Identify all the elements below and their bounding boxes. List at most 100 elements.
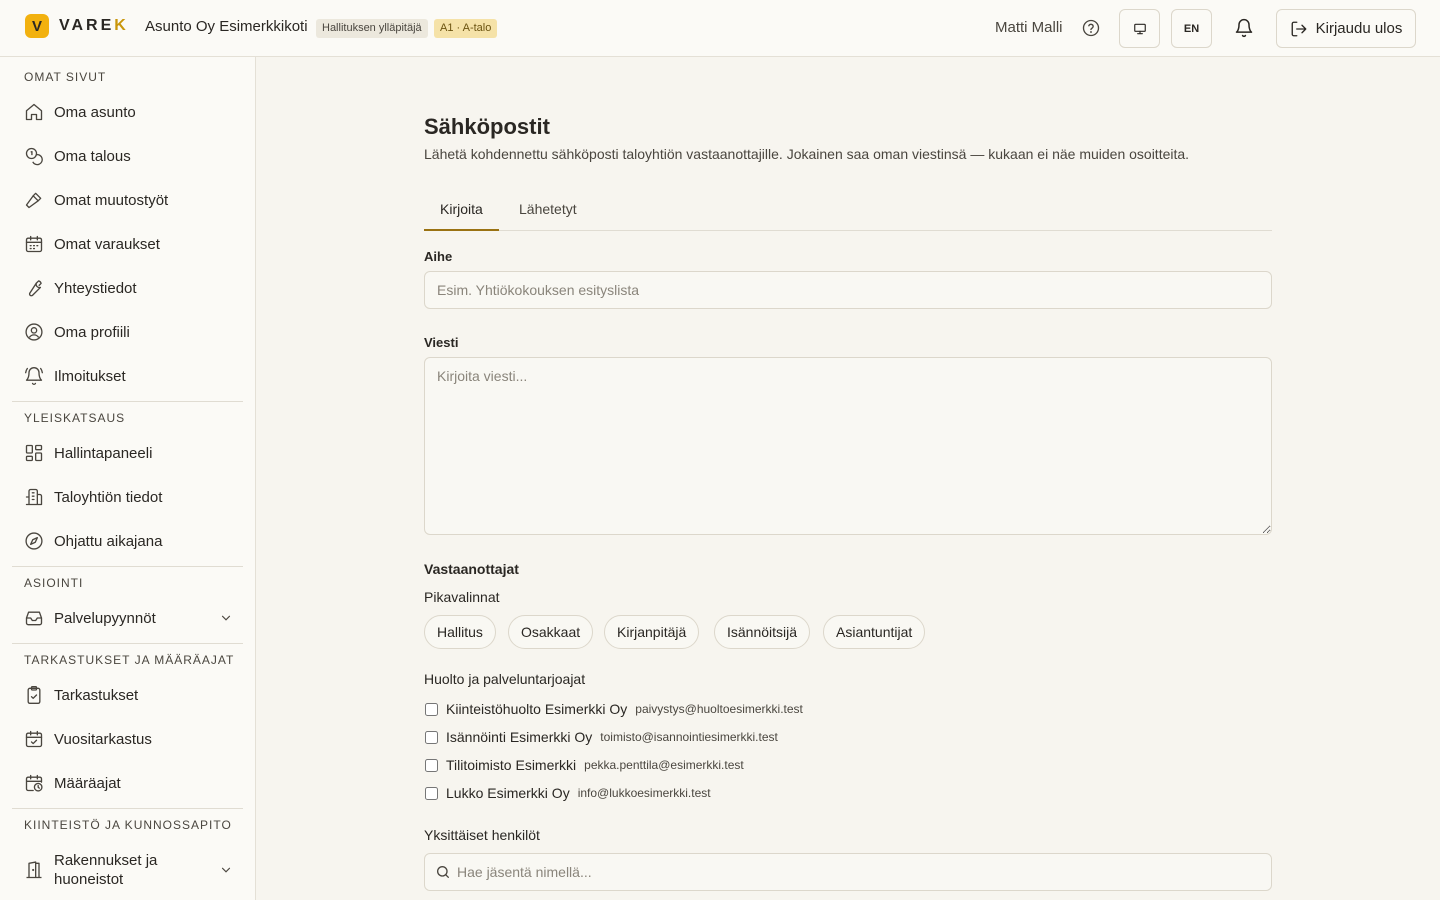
wrench-icon <box>24 278 44 298</box>
sidebar-item-palvelupyynnot[interactable]: Palvelupyynnöt <box>12 598 243 638</box>
sidebar-item-label: Vuositarkastus <box>54 730 152 748</box>
sidebar-item-label: Rakennukset ja huoneistot <box>54 852 158 888</box>
hammer-icon <box>24 190 44 210</box>
vendor-name: Kiinteistöhuolto Esimerkki Oy <box>446 701 628 717</box>
vendor-name: Lukko Esimerkki Oy <box>446 785 570 801</box>
sidebar-item-oma-talous[interactable]: Oma talous <box>12 136 243 176</box>
member-search-input[interactable] <box>424 853 1272 891</box>
sidebar: OMAT SIVUT Oma asunto Oma talous Omat mu… <box>0 57 256 900</box>
tab-bar: Kirjoita Lähetetyt <box>424 190 1272 231</box>
sidebar-divider <box>12 401 243 402</box>
sidebar-item-label: Oma asunto <box>54 103 136 121</box>
calendar-icon <box>24 234 44 254</box>
sidebar-item-label: Ohjattu aikajana <box>54 532 163 550</box>
quick-select-heading: Pikavalinnat <box>424 589 500 605</box>
user-name[interactable]: Matti Malli <box>995 19 1063 36</box>
member-search <box>424 853 1272 891</box>
sidebar-item-label: Omat varaukset <box>54 235 160 253</box>
apartment-badge: A1 · A-talo <box>434 19 498 38</box>
coins-icon <box>24 146 44 166</box>
chevron-down-icon[interactable] <box>219 863 233 877</box>
sidebar-item-rakennukset[interactable]: Rakennukset ja huoneistot <box>12 850 243 890</box>
search-icon <box>435 864 451 880</box>
sidebar-item-yhteystiedot[interactable]: Yhteystiedot <box>12 268 243 308</box>
vendor-row[interactable]: Kiinteistöhuolto Esimerkki Oy paivystys@… <box>424 699 803 719</box>
sidebar-item-label: Yhteystiedot <box>54 279 137 297</box>
sidebar-item-omat-muutostyot[interactable]: Omat muutostyöt <box>12 180 243 220</box>
vendor-checkbox[interactable] <box>425 730 438 744</box>
quick-select-hallitus[interactable]: Hallitus <box>424 615 496 649</box>
clipboard-check-icon <box>24 685 44 705</box>
sidebar-item-ohjattu-aikajana[interactable]: Ohjattu aikajana <box>12 521 243 561</box>
home-icon <box>24 102 44 122</box>
section-title-asiointi: ASIOINTI <box>24 576 84 590</box>
quick-select-kirjanpitaja[interactable]: Kirjanpitäjä <box>604 615 700 649</box>
sidebar-item-label: Palvelupyynnöt <box>54 609 156 627</box>
sidebar-item-oma-asunto[interactable]: Oma asunto <box>12 92 243 132</box>
inbox-icon <box>24 608 44 628</box>
chevron-down-icon[interactable] <box>219 611 233 625</box>
sidebar-divider <box>12 808 243 809</box>
sidebar-item-maaraajat[interactable]: Määräajat <box>12 763 243 803</box>
vendor-checkbox[interactable] <box>425 702 438 716</box>
vendor-email: info@lukkoesimerkki.test <box>577 786 711 800</box>
org-name: Asunto Oy Esimerkkikoti <box>145 18 308 35</box>
quick-select-osakkaat[interactable]: Osakkaat <box>508 615 594 649</box>
logo-mark: V <box>25 14 49 38</box>
sidebar-item-taloyhtion-tiedot[interactable]: Taloyhtiön tiedot <box>12 477 243 517</box>
vendor-name: Isännöinti Esimerkki Oy <box>446 729 593 745</box>
door-icon <box>24 860 44 880</box>
quick-select-asiantuntijat[interactable]: Asiantuntijat <box>823 615 926 649</box>
message-textarea[interactable] <box>424 357 1272 535</box>
bell-icon[interactable] <box>1234 18 1254 38</box>
sidebar-item-vuositarkastus[interactable]: Vuositarkastus <box>12 719 243 759</box>
vendor-email: pekka.penttila@esimerkki.test <box>584 758 744 772</box>
tab-kirjoita[interactable]: Kirjoita <box>424 190 499 231</box>
sidebar-item-label: Tarkastukset <box>54 686 139 704</box>
logout-label: Kirjaudu ulos <box>1315 20 1403 37</box>
page-description: Lähetä kohdennettu sähköposti taloyhtiön… <box>424 146 1190 162</box>
language-button[interactable]: EN <box>1171 9 1212 48</box>
user-circle-icon <box>24 322 44 342</box>
sidebar-item-ilmoitukset[interactable]: Ilmoitukset <box>12 356 243 396</box>
sidebar-item-tarkastukset[interactable]: Tarkastukset <box>12 675 243 715</box>
monitor-icon <box>1133 22 1147 36</box>
vendor-email: toimisto@isannointiesimerkki.test <box>600 730 778 744</box>
tab-lahetetyt[interactable]: Lähetetyt <box>503 190 593 231</box>
vendor-row[interactable]: Isännöinti Esimerkki Oy toimisto@isannoi… <box>424 727 778 747</box>
page-title: Sähköpostit <box>424 114 550 139</box>
quick-select-isannoitsija[interactable]: Isännöitsijä <box>714 615 811 649</box>
logo-text-main: VARE <box>59 17 115 34</box>
individuals-heading: Yksittäiset henkilöt <box>424 827 540 843</box>
vendor-row[interactable]: Tilitoimisto Esimerkki pekka.penttila@es… <box>424 755 744 775</box>
sidebar-item-omat-varaukset[interactable]: Omat varaukset <box>12 224 243 264</box>
vendor-row[interactable]: Lukko Esimerkki Oy info@lukkoesimerkki.t… <box>424 783 711 803</box>
subject-label: Aihe <box>424 249 453 264</box>
compass-icon <box>24 531 44 551</box>
help-icon[interactable] <box>1082 19 1100 37</box>
logout-button[interactable]: Kirjaudu ulos <box>1276 9 1416 48</box>
vendor-checkbox[interactable] <box>425 758 438 772</box>
calendar-check-icon <box>24 729 44 749</box>
sidebar-item-label: Oma talous <box>54 147 131 165</box>
sidebar-item-hallintapaneeli[interactable]: Hallintapaneeli <box>12 433 243 473</box>
sidebar-item-label: Omat muutostyöt <box>54 191 169 209</box>
role-badge: Hallituksen ylläpitäjä <box>316 19 428 38</box>
vendor-name: Tilitoimisto Esimerkki <box>446 757 577 773</box>
section-title-omat-sivut: OMAT SIVUT <box>24 70 107 84</box>
message-label: Viesti <box>424 335 459 350</box>
vendors-heading: Huolto ja palveluntarjoajat <box>424 671 586 687</box>
sidebar-item-label: Ilmoitukset <box>54 367 126 385</box>
display-mode-button[interactable] <box>1119 9 1160 48</box>
sidebar-item-label: Taloyhtiön tiedot <box>54 488 163 506</box>
sidebar-divider <box>12 566 243 567</box>
sidebar-divider <box>12 643 243 644</box>
vendor-checkbox[interactable] <box>425 786 438 800</box>
logo[interactable]: V VAREK <box>25 14 129 38</box>
sidebar-item-label: Määräajat <box>54 774 121 792</box>
top-bar: V VAREK Asunto Oy Esimerkkikoti Hallituk… <box>0 0 1440 57</box>
calendar-clock-icon <box>24 773 44 793</box>
sidebar-item-oma-profiili[interactable]: Oma profiili <box>12 312 243 352</box>
dashboard-icon <box>24 443 44 463</box>
subject-input[interactable] <box>424 271 1272 309</box>
